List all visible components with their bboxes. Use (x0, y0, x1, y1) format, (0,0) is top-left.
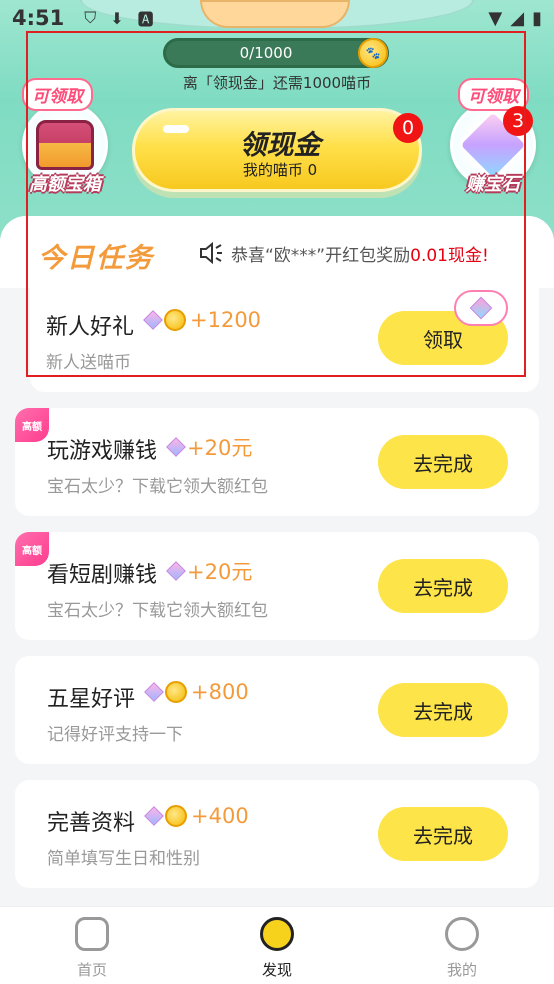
gem-icon (143, 310, 163, 330)
treasure-claim-bubble: 可领取 (22, 78, 93, 111)
go-complete-button[interactable]: 去完成 (378, 683, 508, 737)
shield-icon: ⛉ (84, 8, 97, 27)
task-desc: 宝石太少？下载它领大额红包 (47, 477, 268, 497)
font-icon: 🅰 (137, 10, 154, 29)
task-reward-value: +20元 (187, 436, 253, 460)
cash-button-title: 领现金 (239, 130, 321, 161)
progress-text: 0/1000 (239, 44, 293, 62)
treasure-label: 高额宝箱 (29, 174, 101, 195)
paw-coin-icon: 🐾 (358, 38, 388, 68)
task-desc: 记得好评支持一下 (47, 725, 183, 745)
task-card: 高额 看短剧赚钱 +20元 宝石太少？下载它领大额红包 去完成 (15, 532, 539, 640)
status-time: 4:51 (12, 6, 65, 30)
home-icon (75, 917, 109, 951)
task-desc: 新人送喵币 (46, 353, 131, 373)
task-reward: +1200 (143, 308, 262, 332)
nav-home-label: 首页 (76, 961, 107, 979)
task-name: 玩游戏赚钱 (47, 439, 158, 464)
wifi-icon: ▼ (488, 7, 503, 29)
task-card: 完善资料 +400 简单填写生日和性别 去完成 (15, 780, 539, 888)
coin-icon (165, 805, 187, 827)
status-bar: 4:51 ⛉ ⬇ 🅰 ▼ ◢ ▮ (0, 0, 554, 36)
go-complete-button[interactable]: 去完成 (378, 807, 508, 861)
signal-icon: ◢ (510, 7, 525, 29)
task-card: 五星好评 +800 记得好评支持一下 去完成 (15, 656, 539, 764)
gem-bubble-icon (454, 290, 508, 326)
task-desc: 宝石太少？下载它领大额红包 (47, 601, 268, 621)
withdraw-cash-button[interactable]: 领现金 我的喵币 0 0 (132, 108, 423, 192)
task-name: 五星好评 (47, 687, 136, 712)
download-icon: ⬇ (110, 8, 124, 28)
gem-icon (166, 561, 186, 581)
gems-label: 赚宝石 (466, 174, 520, 195)
gem-icon (144, 806, 164, 826)
task-reward: +20元 (166, 432, 253, 462)
gem-icon (144, 682, 164, 702)
bottom-nav: 首页 发现 我的 (0, 906, 554, 984)
task-name: 新人好礼 (46, 315, 135, 340)
reward-marquee: 恭喜“欧***”开红包奖励0.01现金! (231, 241, 489, 266)
high-reward-tag: 高额 (15, 408, 49, 442)
marquee-text: 恭喜“欧***”开红包奖励 (231, 246, 411, 266)
speaker-icon (200, 242, 222, 264)
coin-icon (165, 681, 187, 703)
nav-discover[interactable]: 发现 (227, 917, 327, 980)
today-tasks-title: 今日任务 (38, 243, 154, 274)
nav-discover-label: 发现 (261, 961, 292, 979)
cash-badge: 0 (393, 113, 423, 143)
task-reward: +400 (144, 804, 249, 828)
task-reward-value: +800 (191, 680, 249, 704)
task-name: 看短剧赚钱 (47, 563, 158, 588)
nav-me-label: 我的 (446, 961, 477, 979)
nav-home[interactable]: 首页 (42, 917, 142, 980)
earn-gems-button[interactable]: 可领取 赚宝石 3 (438, 78, 548, 198)
task-desc: 简单填写生日和性别 (47, 849, 200, 869)
task-reward-value: +20元 (187, 560, 253, 584)
coin-icon (164, 309, 186, 331)
task-card: 新人好礼 +1200 新人送喵币 领取 (30, 284, 539, 392)
task-card: 高额 玩游戏赚钱 +20元 宝石太少？下载它领大额红包 去完成 (15, 408, 539, 516)
task-name: 完善资料 (47, 811, 136, 836)
gems-badge: 3 (503, 106, 533, 136)
go-complete-button[interactable]: 去完成 (378, 559, 508, 613)
gem-icon (166, 437, 186, 457)
task-reward: +800 (144, 680, 249, 704)
high-reward-tag: 高额 (15, 532, 49, 566)
treasure-chest-button[interactable]: 可领取 高额宝箱 (10, 78, 120, 198)
task-reward: +20元 (166, 556, 253, 586)
compass-icon (260, 917, 294, 951)
marquee-highlight: 0.01现金! (410, 246, 489, 266)
go-complete-button[interactable]: 去完成 (378, 435, 508, 489)
task-reward-value: +400 (191, 804, 249, 828)
battery-icon: ▮ (532, 7, 542, 29)
nav-me[interactable]: 我的 (412, 917, 512, 980)
coin-progress-bar: 0/1000 🐾 (163, 38, 389, 68)
cash-button-subtitle: 我的喵币 0 (242, 161, 318, 179)
task-reward-value: +1200 (190, 308, 262, 332)
profile-icon (445, 917, 479, 951)
